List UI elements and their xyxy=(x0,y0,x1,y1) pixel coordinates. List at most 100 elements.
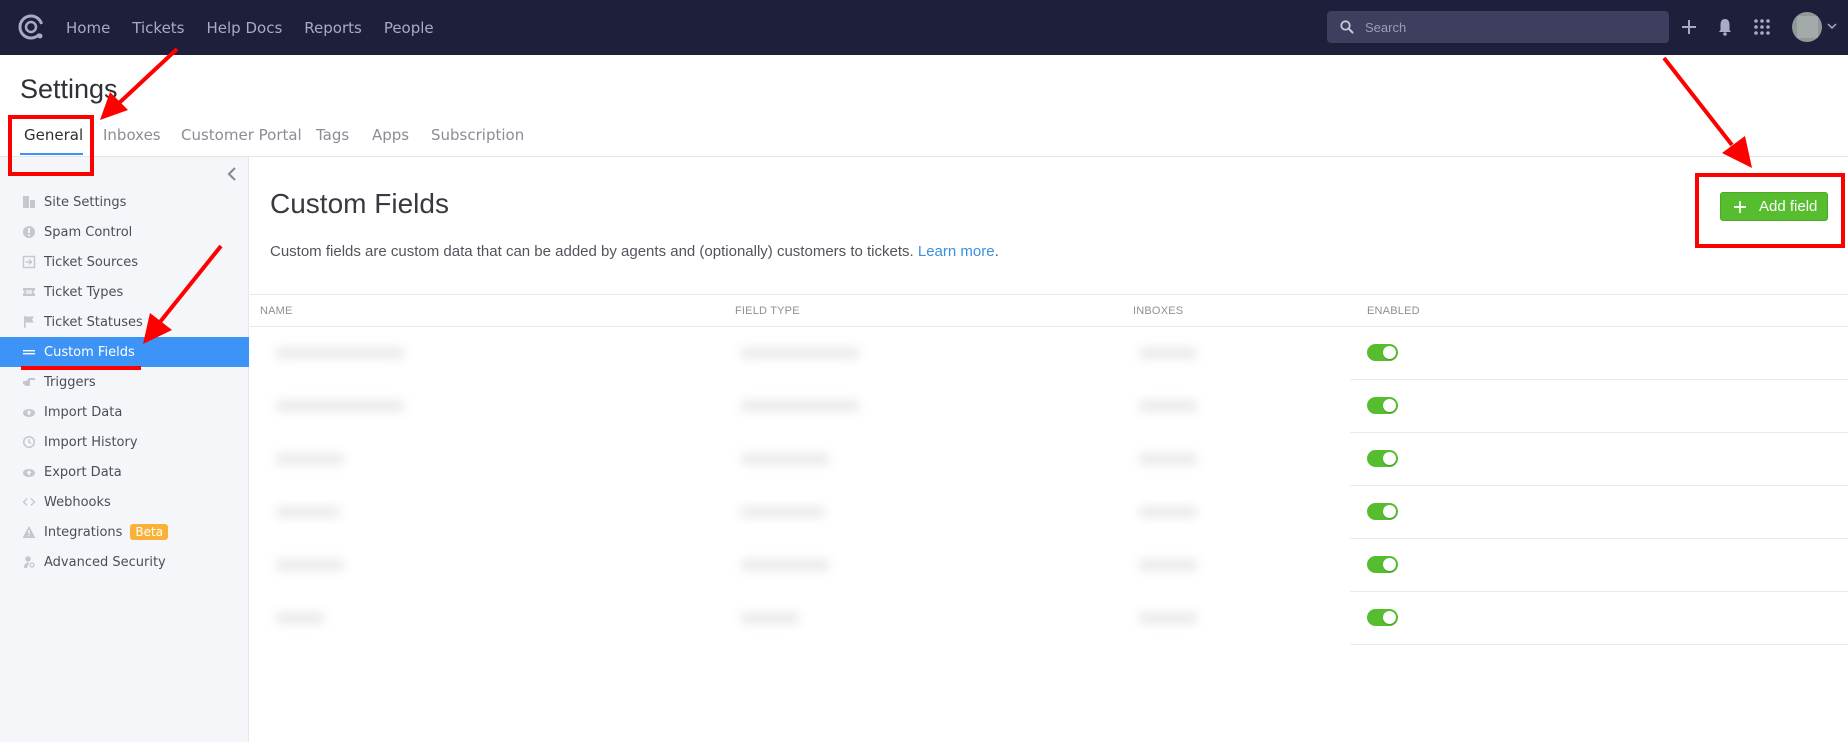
nav-links: Home Tickets Help Docs Reports People xyxy=(66,0,456,55)
bell-icon[interactable] xyxy=(1713,15,1737,39)
chevron-down-icon[interactable] xyxy=(1826,20,1838,32)
toggle-knob xyxy=(1383,452,1396,465)
sidebar-item-label: Import Data xyxy=(44,404,123,420)
row-divider xyxy=(1350,644,1848,645)
column-header-field-type[interactable]: FIELD TYPE xyxy=(735,305,800,317)
sidebar-item-spam-control[interactable]: Spam Control xyxy=(0,217,249,247)
tab-subscription[interactable]: Subscription xyxy=(431,126,524,144)
flag-icon xyxy=(24,316,34,328)
enabled-toggle[interactable] xyxy=(1367,450,1398,467)
nav-home[interactable]: Home xyxy=(66,19,110,37)
sidebar-item-import-history[interactable]: Import History xyxy=(0,427,249,457)
field-type-cell xyxy=(740,506,825,518)
field-name-cell xyxy=(275,400,405,412)
tab-general[interactable]: General xyxy=(24,126,83,144)
field-name-cell xyxy=(275,559,345,571)
page-title: Settings xyxy=(20,74,118,104)
field-name-cell xyxy=(275,612,325,624)
field-type-cell xyxy=(740,347,860,359)
field-inboxes-cell xyxy=(1138,506,1198,518)
add-field-label: Add field xyxy=(1759,198,1818,215)
field-inboxes-cell xyxy=(1138,612,1198,624)
enabled-toggle[interactable] xyxy=(1367,609,1398,626)
sidebar-item-label: Webhooks xyxy=(44,494,111,510)
enabled-toggle[interactable] xyxy=(1367,503,1398,520)
nav-people[interactable]: People xyxy=(384,19,434,37)
add-field-button[interactable]: Add field xyxy=(1720,192,1828,221)
field-inboxes-cell xyxy=(1138,559,1198,571)
top-navigation-bar: Home Tickets Help Docs Reports People xyxy=(0,0,1848,55)
apps-grid-icon[interactable] xyxy=(1750,15,1774,39)
tab-inboxes[interactable]: Inboxes xyxy=(103,126,161,144)
helpdesk-logo-icon[interactable] xyxy=(17,13,45,41)
user-avatar[interactable] xyxy=(1792,12,1822,42)
toggle-knob xyxy=(1383,558,1396,571)
sidebar-item-ticket-statuses[interactable]: Ticket Statuses xyxy=(0,307,249,337)
sidebar-item-label: Ticket Statuses xyxy=(44,314,143,330)
sidebar-item-webhooks[interactable]: Webhooks xyxy=(0,487,249,517)
sidebar-item-label: Spam Control xyxy=(44,224,133,240)
field-inboxes-cell xyxy=(1138,400,1198,412)
hand-point-icon xyxy=(23,378,35,386)
building-icon xyxy=(23,196,35,208)
table-row[interactable] xyxy=(250,592,1848,645)
tab-apps[interactable]: Apps xyxy=(372,126,409,144)
sidebar-item-label: Site Settings xyxy=(44,194,127,210)
nav-reports[interactable]: Reports xyxy=(304,19,362,37)
toggle-knob xyxy=(1383,505,1396,518)
field-type-cell xyxy=(740,559,830,571)
sidebar-item-import-data[interactable]: Import Data xyxy=(0,397,249,427)
sidebar-item-ticket-sources[interactable]: Ticket Sources xyxy=(0,247,249,277)
sidebar-item-label: Export Data xyxy=(44,464,122,480)
field-inboxes-cell xyxy=(1138,453,1198,465)
sidebar-item-label: Custom Fields xyxy=(44,344,135,360)
sidebar-item-site-settings[interactable]: Site Settings xyxy=(0,187,249,217)
custom-fields-table: NAME FIELD TYPE INBOXES ENABLED xyxy=(250,294,1848,645)
enabled-toggle[interactable] xyxy=(1367,397,1398,414)
sidebar-item-integrations[interactable]: Integrations Beta xyxy=(0,517,249,547)
tab-customer-portal[interactable]: Customer Portal xyxy=(181,126,302,144)
sidebar-item-label: Ticket Sources xyxy=(44,254,139,270)
field-type-cell xyxy=(740,400,860,412)
column-header-inboxes[interactable]: INBOXES xyxy=(1133,305,1183,317)
sidebar-item-custom-fields[interactable]: Custom Fields xyxy=(0,337,249,367)
search-input[interactable] xyxy=(1365,11,1660,43)
column-header-name[interactable]: NAME xyxy=(260,305,293,317)
table-row[interactable] xyxy=(250,380,1848,433)
active-tab-indicator xyxy=(20,153,83,155)
collapse-sidebar-icon[interactable] xyxy=(224,165,240,183)
enabled-toggle[interactable] xyxy=(1367,344,1398,361)
tab-tags[interactable]: Tags xyxy=(316,126,349,144)
field-type-cell xyxy=(740,453,830,465)
table-row[interactable] xyxy=(250,327,1848,380)
nav-tickets[interactable]: Tickets xyxy=(132,19,184,37)
user-key-icon xyxy=(24,556,35,568)
description-text: Custom fields are custom data that can b… xyxy=(270,243,914,260)
sidebar-item-label: Import History xyxy=(44,434,138,450)
field-name-cell xyxy=(275,506,340,518)
warning-icon xyxy=(22,526,36,538)
bars-icon xyxy=(23,350,35,355)
column-header-enabled[interactable]: ENABLED xyxy=(1367,305,1420,317)
table-row[interactable] xyxy=(250,433,1848,486)
search-icon xyxy=(1340,20,1354,34)
beta-badge: Beta xyxy=(130,524,169,540)
sidebar-item-export-data[interactable]: Export Data xyxy=(0,457,249,487)
code-icon xyxy=(22,498,36,506)
plus-icon[interactable] xyxy=(1677,15,1701,39)
learn-more-link[interactable]: Learn more xyxy=(918,243,995,260)
toggle-knob xyxy=(1383,346,1396,359)
sidebar-item-label: Triggers xyxy=(44,374,96,390)
ticket-icon xyxy=(23,288,35,296)
sidebar-item-ticket-types[interactable]: Ticket Types xyxy=(0,277,249,307)
sidebar-item-advanced-security[interactable]: Advanced Security xyxy=(0,547,249,577)
enabled-toggle[interactable] xyxy=(1367,556,1398,573)
field-type-cell xyxy=(740,612,800,624)
plus-icon xyxy=(1734,200,1746,213)
description-period: . xyxy=(994,243,999,260)
table-row[interactable] xyxy=(250,539,1848,592)
nav-help-docs[interactable]: Help Docs xyxy=(207,19,283,37)
cloud-upload-icon xyxy=(23,409,35,417)
table-row[interactable] xyxy=(250,486,1848,539)
sidebar-item-triggers[interactable]: Triggers xyxy=(0,367,249,397)
